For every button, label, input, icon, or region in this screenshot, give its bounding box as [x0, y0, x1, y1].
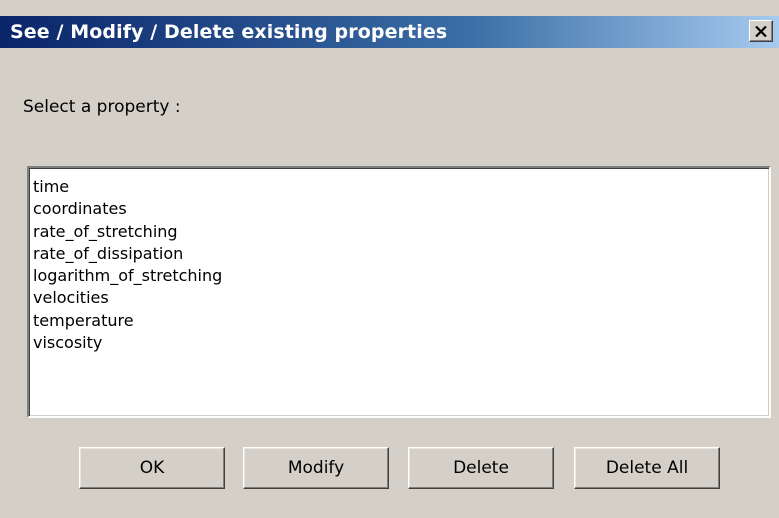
close-x-icon [755, 25, 767, 37]
ok-button[interactable]: OK [79, 447, 225, 489]
list-item[interactable]: logarithm_of_stretching [33, 265, 769, 287]
list-item[interactable]: rate_of_stretching [33, 221, 769, 243]
delete-all-button[interactable]: Delete All [574, 447, 720, 489]
title-bar[interactable]: See / Modify / Delete existing propertie… [0, 16, 779, 48]
close-button[interactable] [749, 20, 773, 42]
list-item[interactable]: time [33, 176, 769, 198]
list-item[interactable]: temperature [33, 310, 769, 332]
property-listbox[interactable]: time coordinates rate_of_stretching rate… [27, 166, 771, 418]
list-item[interactable]: velocities [33, 287, 769, 309]
window-title: See / Modify / Delete existing propertie… [10, 21, 448, 43]
list-item[interactable]: rate_of_dissipation [33, 243, 769, 265]
list-item[interactable]: coordinates [33, 198, 769, 220]
delete-button[interactable]: Delete [408, 447, 554, 489]
properties-dialog: See / Modify / Delete existing propertie… [0, 0, 779, 518]
modify-button[interactable]: Modify [243, 447, 389, 489]
list-item[interactable]: viscosity [33, 332, 769, 354]
select-property-label: Select a property : [23, 97, 181, 117]
